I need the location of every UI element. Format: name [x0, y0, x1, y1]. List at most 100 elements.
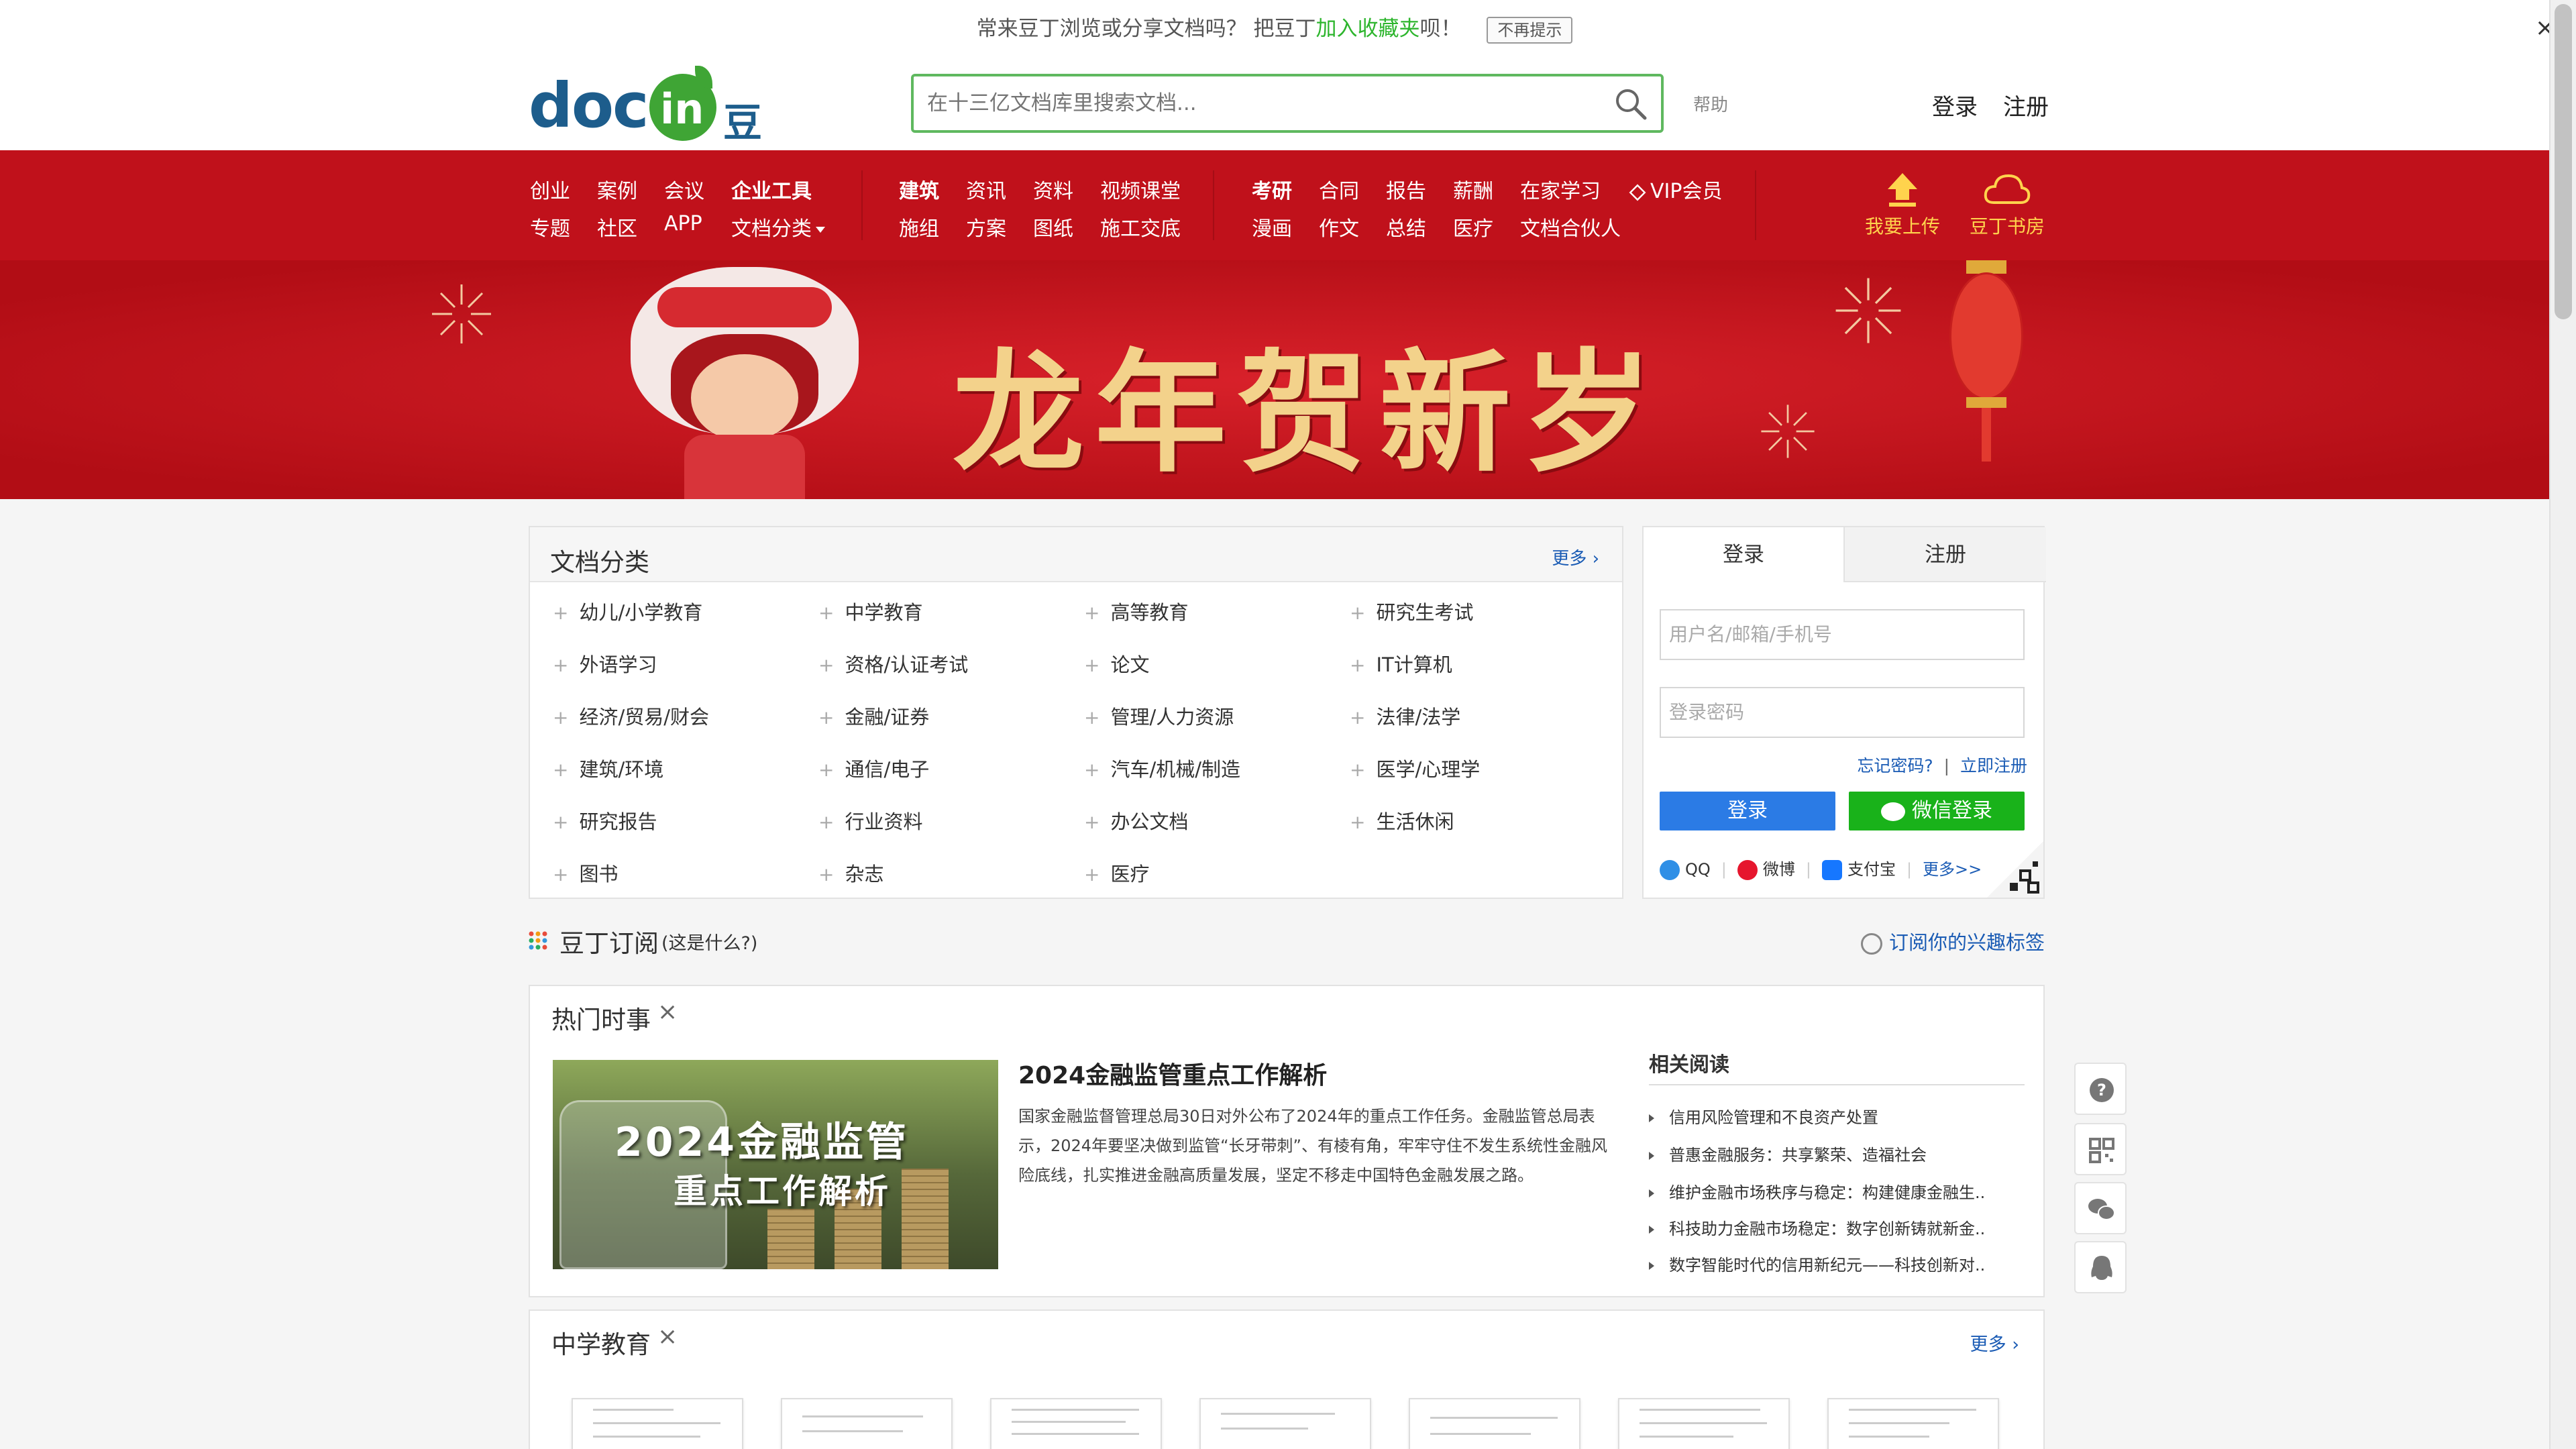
nav-ziliao[interactable]: 资料	[1033, 174, 1073, 204]
category-item[interactable]: + 图书	[553, 859, 618, 887]
weibo-login[interactable]: 微博	[1737, 856, 1795, 880]
username-field[interactable]: 用户名/邮箱/手机号	[1660, 609, 2025, 660]
qq-login[interactable]: QQ	[1660, 860, 1711, 880]
forgot-password-link[interactable]: 忘记密码?	[1857, 756, 1933, 775]
category-item[interactable]: + 法律/法学	[1350, 702, 1460, 730]
nav-xinchou[interactable]: 薪酬	[1453, 174, 1493, 204]
category-item[interactable]: + 杂志	[818, 859, 883, 887]
category-item[interactable]: + 论文	[1084, 649, 1149, 678]
doc-thumbnail[interactable]	[1409, 1398, 1580, 1449]
qrcode-float-button[interactable]	[2074, 1123, 2127, 1175]
category-item[interactable]: + 研究报告	[553, 806, 657, 835]
nav-chuangye[interactable]: 创业	[530, 174, 570, 204]
tab-login[interactable]: 登录	[1644, 527, 1845, 582]
category-item[interactable]: + 汽车/机械/制造	[1084, 754, 1240, 782]
password-field[interactable]: 登录密码	[1660, 687, 2025, 738]
category-item[interactable]: + 资格/认证考试	[818, 649, 968, 678]
more-login-link[interactable]: 更多>>	[1923, 860, 1982, 879]
page-scrollbar[interactable]	[2549, 0, 2576, 1449]
doc-thumbnail[interactable]	[1827, 1398, 1999, 1449]
nav-zhuanti[interactable]: 专题	[530, 212, 570, 241]
doc-thumbnail[interactable]	[572, 1398, 743, 1449]
search-box[interactable]	[911, 74, 1664, 133]
bookroom-button[interactable]: 豆丁书房	[1970, 170, 2045, 239]
category-item[interactable]: + 通信/电子	[818, 754, 929, 782]
nav-zuowen[interactable]: 作文	[1319, 212, 1359, 241]
header-login-link[interactable]: 登录	[1932, 89, 1978, 121]
promo-banner[interactable]: 龙年贺新岁	[0, 260, 2549, 499]
nav-yiliao[interactable]: 医疗	[1453, 212, 1493, 241]
middle-more-link[interactable]: 更多 ›	[1970, 1330, 2019, 1356]
nav-shizu[interactable]: 施组	[899, 212, 939, 241]
nav-manhua[interactable]: 漫画	[1252, 212, 1292, 241]
close-section-icon[interactable]: ×	[657, 998, 678, 1026]
search-icon[interactable]	[1613, 86, 1649, 122]
nav-anli[interactable]: 案例	[597, 174, 637, 204]
category-item[interactable]: + 金融/证券	[818, 702, 929, 730]
nav-fangan[interactable]: 方案	[966, 212, 1006, 241]
nav-vip[interactable]: VIP会员	[1629, 174, 1722, 204]
related-item[interactable]: 维护金融市场秩序与稳定：构建健康金融生..	[1649, 1179, 1985, 1203]
nav-doc-categories[interactable]: 文档分类	[731, 212, 825, 241]
category-item[interactable]: + 高等教育	[1084, 597, 1188, 625]
search-input[interactable]	[927, 86, 1585, 121]
nav-shigong-jiaodi[interactable]: 施工交底	[1100, 212, 1181, 241]
category-item[interactable]: + 生活休闲	[1350, 806, 1454, 835]
help-float-button[interactable]: ?	[2074, 1063, 2127, 1115]
category-item[interactable]: + 经济/贸易/财会	[553, 702, 709, 730]
tab-register[interactable]: 注册	[1845, 527, 2046, 582]
related-item[interactable]: 数字智能时代的信用新纪元——科技创新对..	[1649, 1252, 1985, 1275]
nav-shequ[interactable]: 社区	[597, 212, 637, 241]
nav-doc-partner[interactable]: 文档合伙人	[1520, 212, 1621, 241]
nav-zongjie[interactable]: 总结	[1386, 212, 1426, 241]
add-favorite-link[interactable]: 加入收藏夹	[1316, 17, 1420, 41]
alipay-login[interactable]: 支付宝	[1821, 856, 1896, 880]
related-item[interactable]: 普惠金融服务：共享繁荣、造福社会	[1649, 1142, 1927, 1165]
subscribe-tags-link[interactable]: 订阅你的兴趣标签	[1860, 927, 2045, 955]
close-section-icon[interactable]: ×	[657, 1323, 678, 1350]
category-item[interactable]: + IT计算机	[1350, 649, 1452, 678]
nav-tuzhi[interactable]: 图纸	[1033, 212, 1073, 241]
doc-thumbnail[interactable]	[1199, 1398, 1371, 1449]
upload-button[interactable]: 我要上传	[1865, 170, 1940, 239]
nav-huiyi[interactable]: 会议	[664, 174, 704, 204]
docin-logo[interactable]: doc in 豆丁	[529, 64, 797, 202]
nav-zaijia-xuexi[interactable]: 在家学习	[1520, 174, 1601, 204]
qq-float-button[interactable]	[2074, 1241, 2127, 1293]
nav-zixun[interactable]: 资讯	[966, 174, 1006, 204]
categories-more-link[interactable]: 更多 ›	[1552, 545, 1599, 570]
category-item[interactable]: + 外语学习	[553, 649, 657, 678]
hot-article-title[interactable]: 2024金融监管重点工作解析	[1018, 1056, 1327, 1091]
nav-app[interactable]: APP	[664, 212, 702, 235]
register-now-link[interactable]: 立即注册	[1960, 756, 2027, 775]
category-item[interactable]: + 中学教育	[818, 597, 922, 625]
nav-jianzhu[interactable]: 建筑	[899, 174, 939, 204]
category-item[interactable]: + 研究生考试	[1350, 597, 1473, 625]
category-item[interactable]: + 医疗	[1084, 859, 1149, 887]
nav-enterprise-tools[interactable]: 企业工具	[731, 174, 812, 204]
subscribe-what-link[interactable]: (这是什么?)	[661, 928, 757, 955]
nav-kaoyan[interactable]: 考研	[1252, 174, 1292, 204]
qr-code-corner-icon[interactable]	[1987, 841, 2043, 898]
help-link[interactable]: 帮助	[1693, 91, 1728, 116]
doc-thumbnail[interactable]	[990, 1398, 1162, 1449]
wechat-float-button[interactable]	[2074, 1182, 2127, 1234]
login-button[interactable]: 登录	[1660, 792, 1835, 830]
category-item[interactable]: + 医学/心理学	[1350, 754, 1480, 782]
wechat-login-button[interactable]: 微信登录	[1849, 792, 2025, 830]
header-register-link[interactable]: 注册	[2003, 89, 2049, 121]
category-item[interactable]: + 行业资料	[818, 806, 922, 835]
doc-thumbnail[interactable]	[781, 1398, 953, 1449]
nav-baogao[interactable]: 报告	[1386, 174, 1426, 204]
doc-thumbnail[interactable]	[1618, 1398, 1790, 1449]
category-item[interactable]: + 办公文档	[1084, 806, 1188, 835]
nav-hetong[interactable]: 合同	[1319, 174, 1359, 204]
category-item[interactable]: + 管理/人力资源	[1084, 702, 1234, 730]
related-item[interactable]: 科技助力金融市场稳定：数字创新铸就新金..	[1649, 1216, 1985, 1239]
related-item[interactable]: 信用风险管理和不良资产处置	[1649, 1104, 1878, 1128]
category-item[interactable]: + 幼儿/小学教育	[553, 597, 702, 625]
hot-news-image[interactable]: 2024金融监管 重点工作解析	[553, 1060, 998, 1269]
scrollbar-thumb[interactable]	[2555, 4, 2572, 319]
category-item[interactable]: + 建筑/环境	[553, 754, 663, 782]
nav-video-class[interactable]: 视频课堂	[1100, 174, 1181, 204]
